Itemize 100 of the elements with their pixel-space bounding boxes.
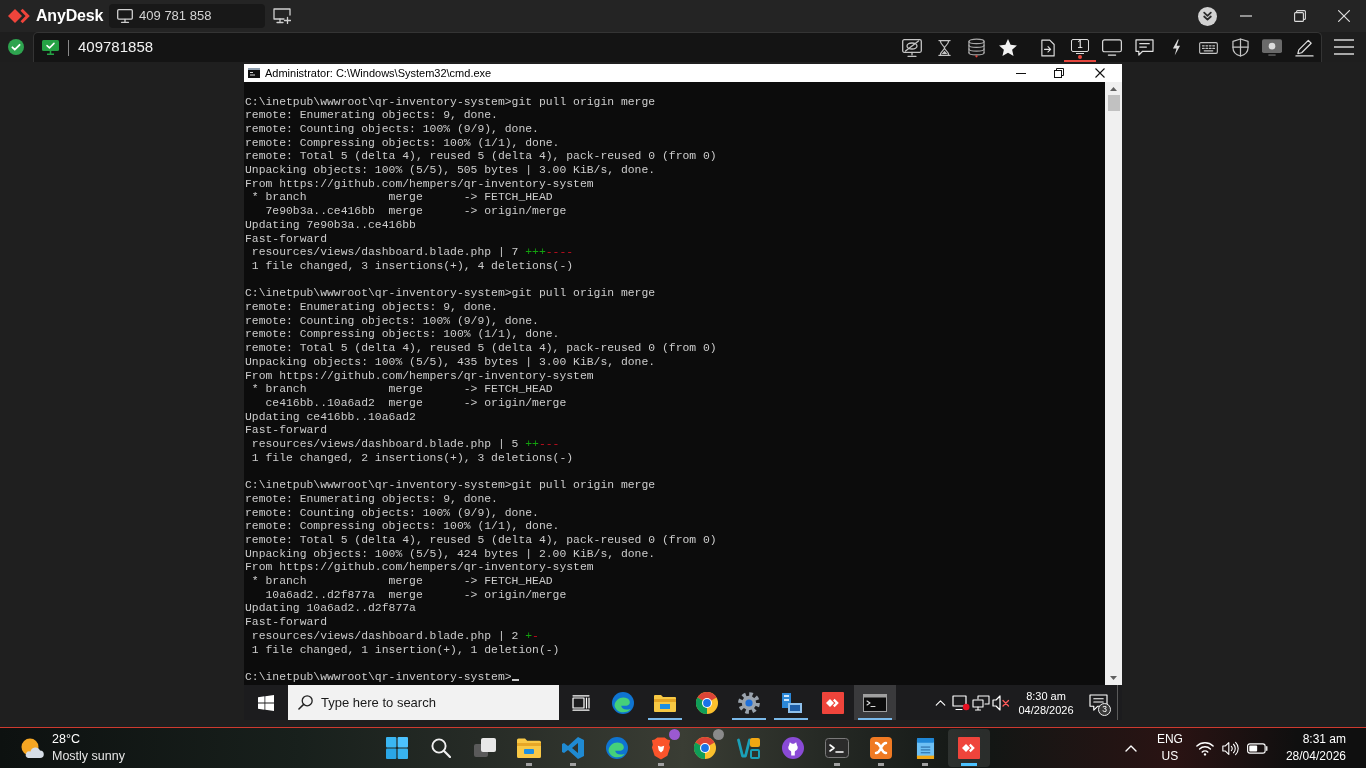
gear-icon[interactable] (738, 691, 760, 714)
output-line: 1 file changed, 1 insertion(+), 1 deletion(-) (250, 643, 560, 658)
command-line: C:\inetpub\wwwroot\qr-inventory-system>git pull origin merge (245, 95, 656, 110)
output-line: 1 file changed, 2 insertions(+), 3 deletions(-) (250, 451, 574, 466)
chat-icon[interactable] (1134, 39, 1154, 56)
search-icon[interactable] (431, 738, 451, 758)
output-line: * branch merge -> FETCH_HEAD (250, 191, 553, 206)
box-logo-icon[interactable] (737, 737, 761, 759)
folder-icon[interactable] (654, 693, 676, 712)
monitor-check-icon (42, 40, 59, 55)
battery-icon[interactable] (1246, 742, 1268, 754)
shield-icon[interactable] (1231, 38, 1249, 57)
download-icon[interactable] (1198, 6, 1217, 26)
output-line: 7e90b3a..ce416bb merge -> origin/merge (264, 205, 567, 219)
monitor-alert-icon[interactable] (952, 694, 970, 711)
taskbar-button[interactable] (948, 729, 990, 767)
weather-icon[interactable] (20, 737, 44, 759)
output-line: Fast-forward (245, 232, 328, 247)
output-line: remote: Enumerating objects: 9, done. (245, 492, 498, 507)
output-line: remote: Counting objects: 100% (9/9), done. (245, 122, 539, 137)
output-line: remote: Compressing objects: 100% (1/1), done. (245, 520, 560, 534)
network-icon[interactable] (972, 694, 990, 711)
output-line: Fast-forward (245, 424, 328, 439)
output-line: remote: Total 5 (delta 4), reused 5 (delta 4), pack-reused 0 (from 0) (245, 342, 717, 356)
menu-icon[interactable] (1334, 39, 1354, 55)
swirl-logo-icon[interactable] (606, 737, 628, 759)
scrollbar[interactable] (1105, 82, 1122, 685)
wifi-icon[interactable] (1195, 740, 1214, 756)
swirl-logo-icon[interactable] (612, 691, 634, 714)
notification-button[interactable]: 3 (1079, 685, 1117, 720)
output-line: remote: Total 5 (delta 4), reused 5 (delta 4), pack-reused 0 (from 0) (245, 150, 717, 164)
minimize-icon[interactable] (1016, 72, 1026, 74)
speaker-icon[interactable] (1221, 740, 1239, 756)
monitor-plus-icon[interactable] (273, 8, 292, 24)
output-line: 1 file changed, 3 insertions(+), 4 deletions(-) (250, 259, 574, 274)
keyboard-icon[interactable] (1198, 41, 1218, 54)
window-title: Administrator: C:\Windows\System32\cmd.exe (265, 65, 492, 81)
terminal-icon[interactable] (825, 738, 849, 758)
circle-logo-icon[interactable] (696, 691, 718, 714)
chevron-up-icon[interactable] (1124, 744, 1137, 752)
search-icon (298, 695, 313, 710)
chevron-up-icon[interactable] (934, 699, 946, 706)
console-icon (248, 68, 260, 78)
address-text: 409781858 (78, 37, 154, 58)
file-arrow-icon[interactable] (1041, 38, 1055, 57)
task-view-icon[interactable] (474, 738, 496, 758)
output-line: From https://github.com/hempers/qr-inventory-system (245, 561, 594, 576)
circle-logo-icon[interactable] (694, 737, 716, 759)
cross-logo-icon[interactable] (870, 737, 892, 759)
scroll-thumb[interactable] (1107, 95, 1120, 111)
database-icon[interactable] (967, 37, 985, 58)
output-line: remote: Counting objects: 100% (9/9), done. (245, 314, 539, 329)
clock-button[interactable]: 8:30 am 04/28/2026 (1017, 685, 1075, 720)
close-icon[interactable] (1095, 68, 1105, 78)
notification-badge: 3 (1098, 703, 1111, 716)
session-tab[interactable]: 409 781 858 (109, 4, 266, 28)
command-line: C:\inetpub\wwwroot\qr-inventory-system>git pull origin merge (245, 287, 656, 302)
diffstat-line: resources/views/dashboard.blade.php | 2 +- (250, 629, 539, 644)
speaker-muted-icon[interactable] (992, 694, 1010, 711)
weather-widget[interactable]: 28°C Mostly sunny (20, 729, 125, 767)
monitor-icon[interactable] (1102, 39, 1122, 56)
pen-icon[interactable] (1294, 38, 1314, 57)
terminal-icon[interactable] (863, 693, 887, 712)
restore-icon[interactable] (1294, 10, 1306, 22)
folder-icon[interactable] (517, 738, 541, 758)
notification-icon[interactable] (1088, 694, 1108, 711)
lightning-icon[interactable] (1171, 39, 1181, 56)
output-line: * branch merge -> FETCH_HEAD (250, 383, 553, 397)
avatar-icon (669, 729, 680, 740)
output-line: remote: Total 5 (delta 4), reused 5 (delta 4), pack-reused 0 (from 0) (245, 533, 717, 548)
cat-logo-icon[interactable] (782, 737, 804, 759)
clock-button[interactable]: 8:31 am 28/04/2026 (1285, 729, 1346, 767)
scroll-down-icon[interactable] (1110, 676, 1117, 680)
notepad-icon[interactable] (915, 736, 935, 760)
restore-icon[interactable] (1054, 68, 1064, 78)
angle-logo-icon[interactable] (562, 737, 584, 759)
monitor-slash-icon[interactable] (902, 38, 922, 57)
server-icon[interactable] (780, 691, 802, 714)
task-view-icon[interactable] (572, 694, 590, 711)
language-button[interactable]: ENG US (1149, 729, 1190, 767)
diamond-logo-icon[interactable] (822, 691, 844, 714)
star-icon[interactable] (999, 39, 1017, 56)
display-button[interactable]: 1 (1064, 33, 1096, 62)
diffstat-line: resources/views/dashboard.blade.php | 5 ++--- (250, 438, 560, 452)
output-line: Unpacking objects: 100% (5/5), 505 bytes | 3.00 KiB/s, done. (245, 164, 656, 178)
scroll-up-icon[interactable] (1110, 87, 1117, 91)
command-line: C:\inetpub\wwwroot\qr-inventory-system>git pull origin merge (245, 479, 656, 493)
shield-logo-icon[interactable] (651, 736, 671, 760)
app-name: AnyDesk (36, 6, 104, 26)
output-line: remote: Compressing objects: 100% (1/1), done. (245, 328, 560, 343)
avatar-icon (713, 729, 724, 740)
diffstat-line: resources/views/dashboard.blade.php | 7 +++---- (250, 246, 574, 260)
windows-logo-icon[interactable] (258, 694, 274, 711)
taskbar-button[interactable] (854, 685, 896, 720)
output-line: Fast-forward (245, 616, 328, 630)
output-line: Unpacking objects: 100% (5/5), 424 bytes | 2.00 KiB/s, done. (245, 547, 656, 562)
search-field[interactable]: Type here to search (288, 685, 559, 720)
output-line: remote: Compressing objects: 100% (1/1), done. (245, 136, 560, 151)
hourglass-icon[interactable] (937, 38, 951, 57)
output-line: ce416bb..10a6ad2 merge -> origin/merge (264, 396, 567, 411)
